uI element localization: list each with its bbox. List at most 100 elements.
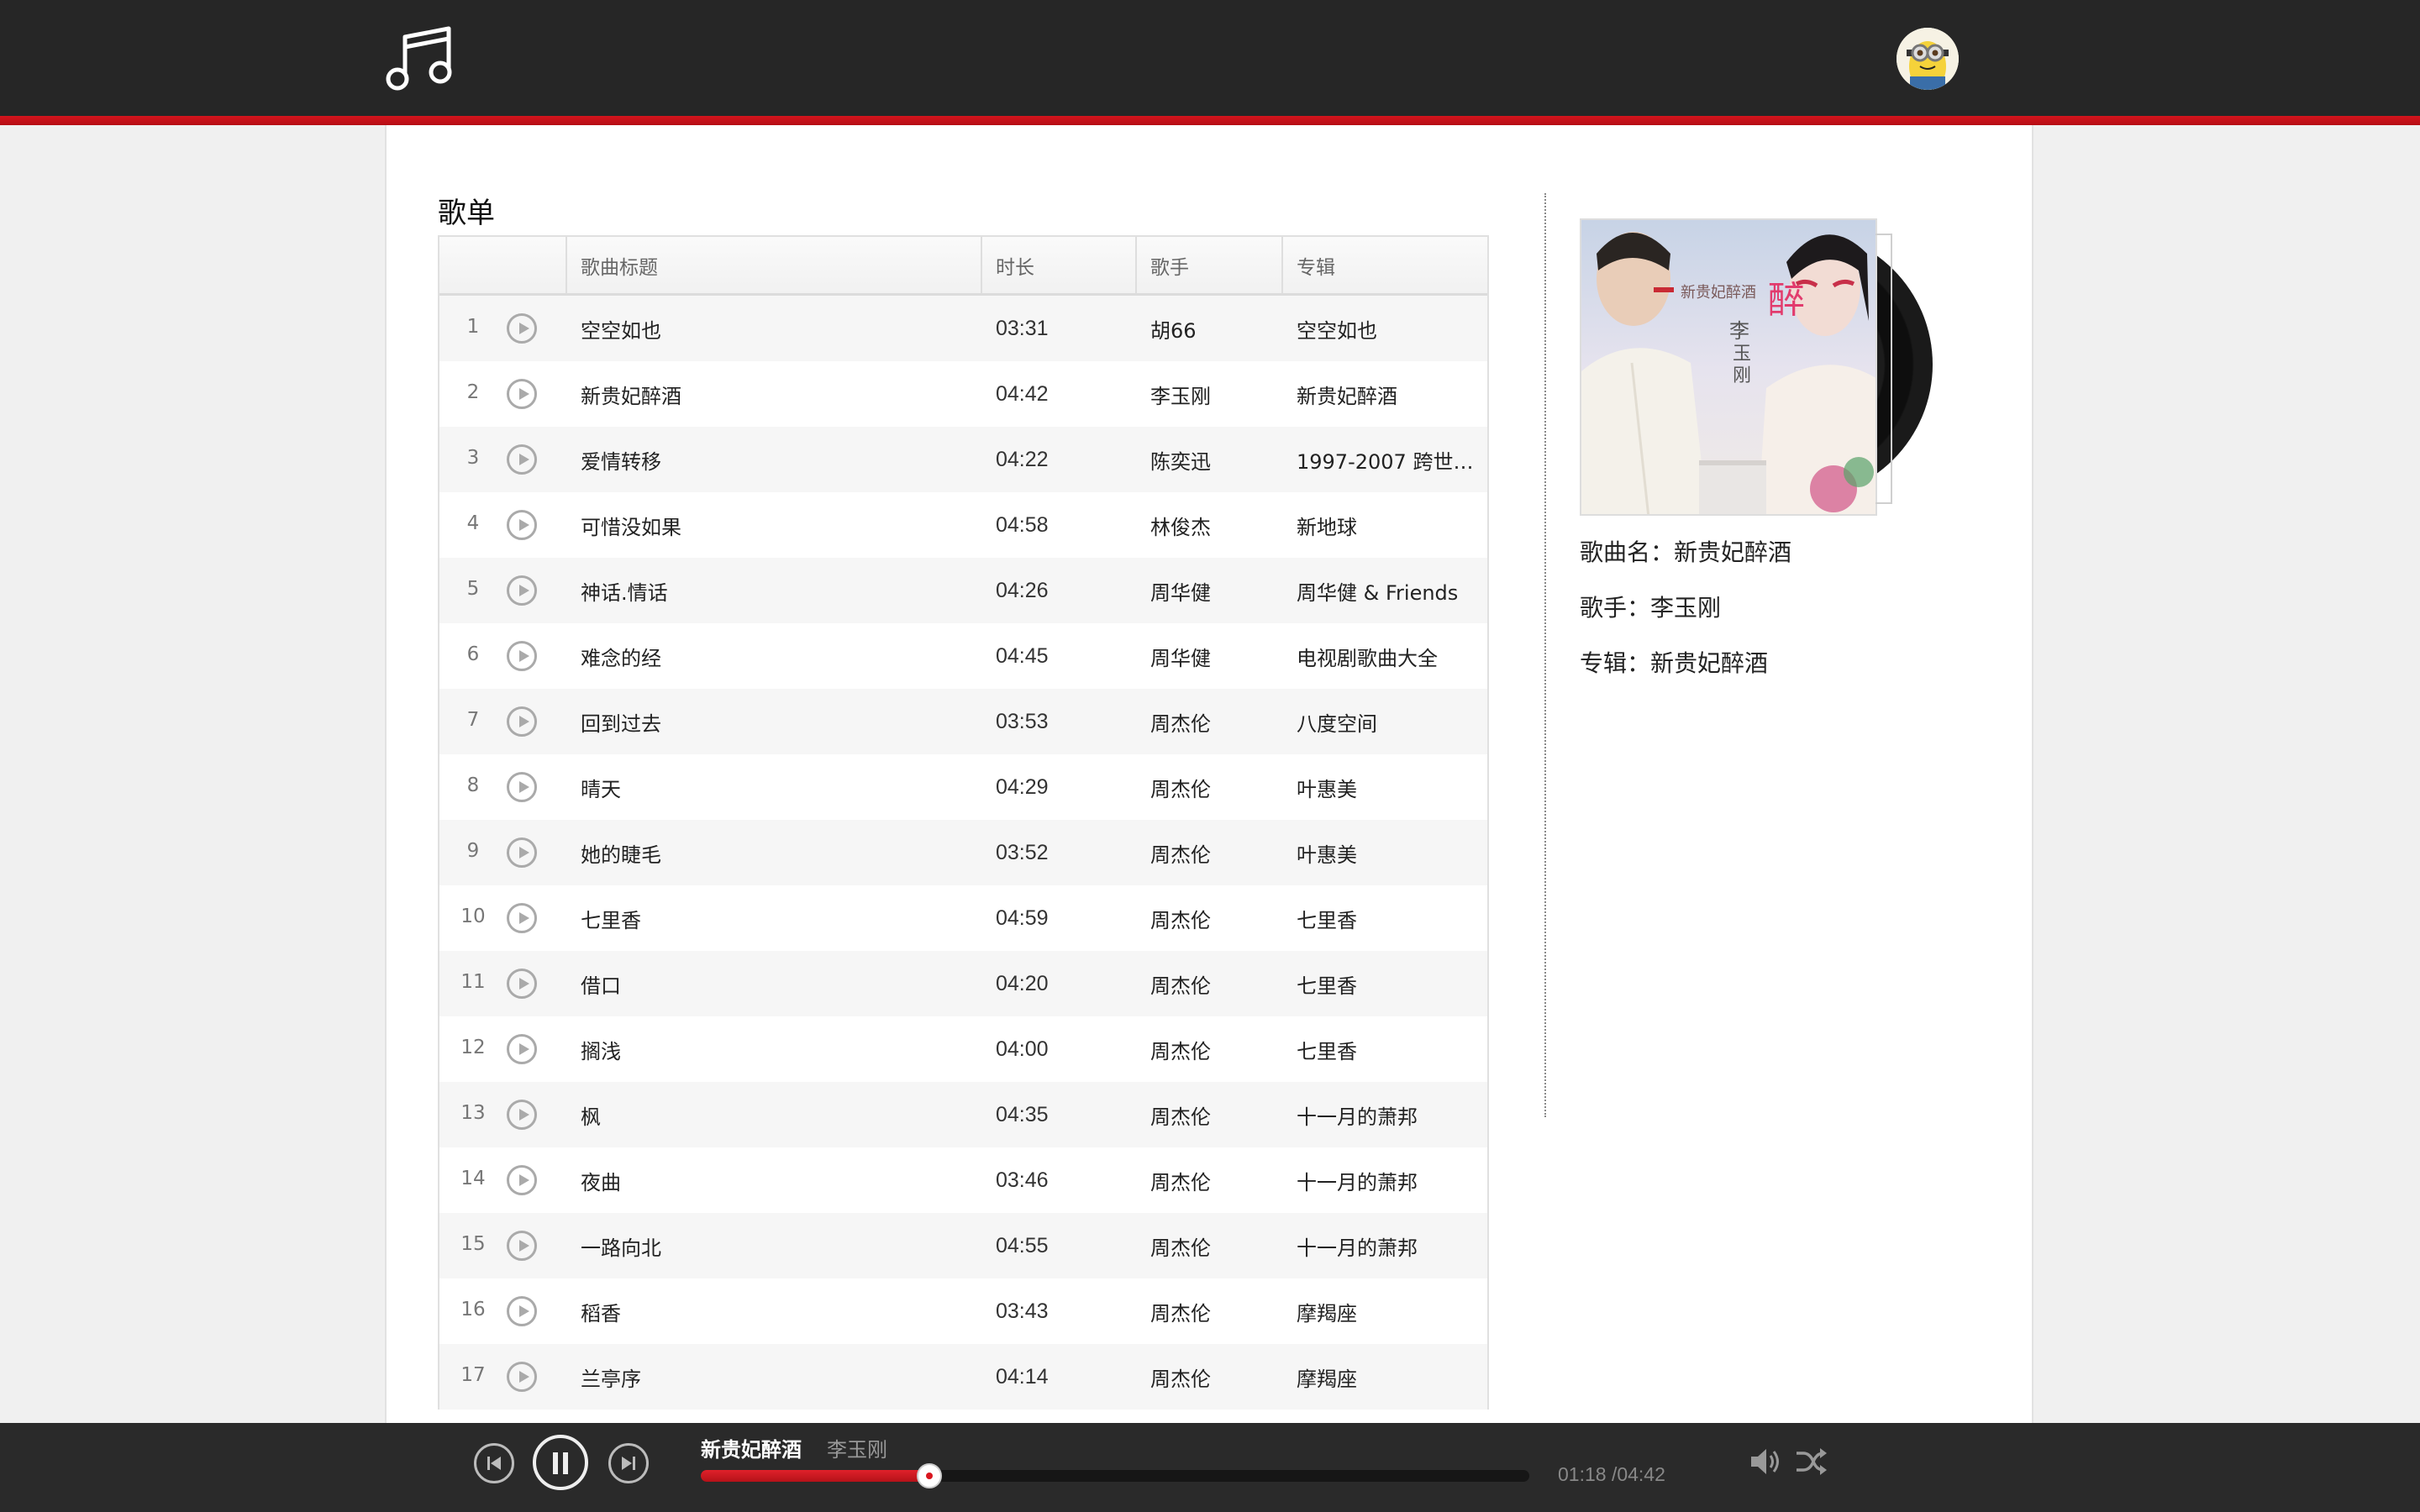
row-title[interactable]: 借口: [566, 969, 981, 999]
row-album[interactable]: 叶惠美: [1281, 838, 1487, 868]
row-title[interactable]: 一路向北: [566, 1231, 981, 1261]
row-artist[interactable]: 周杰伦: [1135, 1362, 1281, 1392]
row-artist[interactable]: 周杰伦: [1135, 1297, 1281, 1326]
progress-bar[interactable]: [701, 1463, 1529, 1488]
row-artist[interactable]: 周杰伦: [1135, 1100, 1281, 1130]
play-circle-icon[interactable]: [507, 1296, 537, 1326]
play-circle-icon[interactable]: [507, 903, 537, 933]
table-row[interactable]: 13 枫 04:35 周杰伦 十一月的萧邦: [439, 1082, 1487, 1147]
row-title[interactable]: 难念的经: [566, 642, 981, 671]
play-circle-icon[interactable]: [507, 575, 537, 606]
header-duration[interactable]: 时长: [981, 237, 1135, 293]
row-title[interactable]: 稻香: [566, 1297, 981, 1326]
next-button[interactable]: [608, 1443, 649, 1483]
header-artist[interactable]: 歌手: [1135, 237, 1281, 293]
row-album[interactable]: 十一月的萧邦: [1281, 1100, 1487, 1130]
play-circle-icon[interactable]: [507, 379, 537, 409]
table-row[interactable]: 4 可惜没如果 04:58 林俊杰 新地球: [439, 492, 1487, 558]
play-circle-icon[interactable]: [507, 510, 537, 540]
album-cover-image: 新贵妃醉酒 醉 李 玉 刚: [1581, 220, 1876, 514]
user-avatar[interactable]: [1897, 28, 1959, 90]
table-row[interactable]: 8 晴天 04:29 周杰伦 叶惠美: [439, 754, 1487, 820]
row-artist[interactable]: 李玉刚: [1135, 380, 1281, 409]
row-album[interactable]: 周华健 & Friends: [1281, 576, 1487, 606]
row-artist[interactable]: 陈奕迅: [1135, 445, 1281, 475]
row-album[interactable]: 十一月的萧邦: [1281, 1166, 1487, 1195]
row-artist[interactable]: 周杰伦: [1135, 1035, 1281, 1064]
play-circle-icon[interactable]: [507, 444, 537, 475]
row-artist[interactable]: 周杰伦: [1135, 904, 1281, 933]
row-artist[interactable]: 周杰伦: [1135, 1166, 1281, 1195]
table-row[interactable]: 16 稻香 03:43 周杰伦 摩羯座: [439, 1278, 1487, 1344]
play-circle-icon[interactable]: [507, 706, 537, 737]
table-row[interactable]: 3 爱情转移 04:22 陈奕迅 1997-2007 跨世…: [439, 427, 1487, 492]
play-circle-icon[interactable]: [507, 837, 537, 868]
row-artist[interactable]: 周华健: [1135, 576, 1281, 606]
row-album[interactable]: 七里香: [1281, 904, 1487, 933]
row-title[interactable]: 新贵妃醉酒: [566, 380, 981, 409]
row-album[interactable]: 1997-2007 跨世…: [1281, 445, 1487, 475]
play-circle-icon[interactable]: [507, 1100, 537, 1130]
row-title[interactable]: 夜曲: [566, 1166, 981, 1195]
row-album[interactable]: 摩羯座: [1281, 1362, 1487, 1392]
play-circle-icon[interactable]: [507, 1165, 537, 1195]
row-title[interactable]: 她的睫毛: [566, 838, 981, 868]
header-album[interactable]: 专辑: [1281, 237, 1487, 293]
row-artist[interactable]: 周杰伦: [1135, 1231, 1281, 1261]
table-row[interactable]: 9 她的睫毛 03:52 周杰伦 叶惠美: [439, 820, 1487, 885]
table-row[interactable]: 15 一路向北 04:55 周杰伦 十一月的萧邦: [439, 1213, 1487, 1278]
row-album[interactable]: 叶惠美: [1281, 773, 1487, 802]
table-row[interactable]: 5 神话.情话 04:26 周华健 周华健 & Friends: [439, 558, 1487, 623]
pause-button[interactable]: [533, 1435, 588, 1490]
row-title[interactable]: 搁浅: [566, 1035, 981, 1064]
row-artist[interactable]: 周杰伦: [1135, 707, 1281, 737]
row-album[interactable]: 七里香: [1281, 1035, 1487, 1064]
row-album[interactable]: 摩羯座: [1281, 1297, 1487, 1326]
play-circle-icon[interactable]: [507, 969, 537, 999]
row-album[interactable]: 十一月的萧邦: [1281, 1231, 1487, 1261]
header-title[interactable]: 歌曲标题: [566, 237, 981, 293]
row-album[interactable]: 电视剧歌曲大全: [1281, 642, 1487, 671]
row-title[interactable]: 枫: [566, 1100, 981, 1130]
play-circle-icon[interactable]: [507, 1362, 537, 1392]
row-artist[interactable]: 周杰伦: [1135, 969, 1281, 999]
prev-button[interactable]: [474, 1443, 514, 1483]
row-title[interactable]: 晴天: [566, 773, 981, 802]
row-album[interactable]: 空空如也: [1281, 314, 1487, 344]
row-artist[interactable]: 周杰伦: [1135, 838, 1281, 868]
row-title[interactable]: 回到过去: [566, 707, 981, 737]
row-album[interactable]: 新贵妃醉酒: [1281, 380, 1487, 409]
table-row[interactable]: 1 空空如也 03:31 胡66 空空如也: [439, 296, 1487, 361]
shuffle-icon[interactable]: [1795, 1446, 1828, 1477]
row-album[interactable]: 八度空间: [1281, 707, 1487, 737]
progress-handle[interactable]: [917, 1463, 943, 1488]
table-row[interactable]: 11 借口 04:20 周杰伦 七里香: [439, 951, 1487, 1016]
play-circle-icon[interactable]: [507, 1034, 537, 1064]
row-artist[interactable]: 周杰伦: [1135, 773, 1281, 802]
row-artist[interactable]: 林俊杰: [1135, 511, 1281, 540]
play-circle-icon[interactable]: [507, 641, 537, 671]
play-circle-icon[interactable]: [507, 1231, 537, 1261]
row-album[interactable]: 七里香: [1281, 969, 1487, 999]
row-title[interactable]: 七里香: [566, 904, 981, 933]
music-note-icon[interactable]: [385, 24, 455, 94]
row-title[interactable]: 可惜没如果: [566, 511, 981, 540]
table-row[interactable]: 17 兰亭序 04:14 周杰伦 摩羯座: [439, 1344, 1487, 1410]
table-row[interactable]: 6 难念的经 04:45 周华健 电视剧歌曲大全: [439, 623, 1487, 689]
volume-icon[interactable]: [1748, 1445, 1781, 1478]
play-circle-icon[interactable]: [507, 772, 537, 802]
table-row[interactable]: 2 新贵妃醉酒 04:42 李玉刚 新贵妃醉酒: [439, 361, 1487, 427]
row-album[interactable]: 新地球: [1281, 511, 1487, 540]
row-title[interactable]: 爱情转移: [566, 445, 981, 475]
row-play-cell: [507, 1165, 566, 1195]
row-title[interactable]: 兰亭序: [566, 1362, 981, 1392]
play-circle-icon[interactable]: [507, 313, 537, 344]
row-title[interactable]: 空空如也: [566, 314, 981, 344]
table-row[interactable]: 7 回到过去 03:53 周杰伦 八度空间: [439, 689, 1487, 754]
row-artist[interactable]: 周华健: [1135, 642, 1281, 671]
row-title[interactable]: 神话.情话: [566, 576, 981, 606]
table-row[interactable]: 12 搁浅 04:00 周杰伦 七里香: [439, 1016, 1487, 1082]
row-artist[interactable]: 胡66: [1135, 314, 1281, 344]
table-row[interactable]: 10 七里香 04:59 周杰伦 七里香: [439, 885, 1487, 951]
table-row[interactable]: 14 夜曲 03:46 周杰伦 十一月的萧邦: [439, 1147, 1487, 1213]
